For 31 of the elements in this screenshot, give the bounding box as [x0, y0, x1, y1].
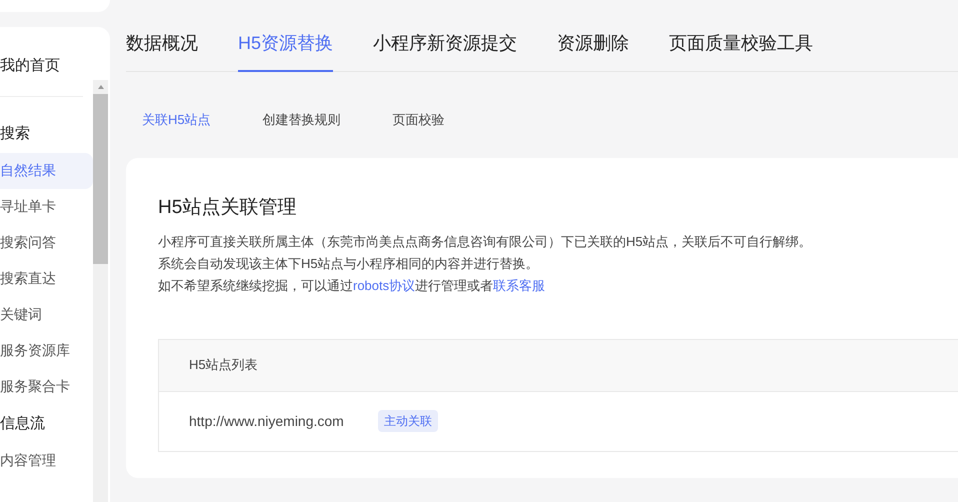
sidebar-item[interactable]: 关键词	[0, 296, 93, 332]
tab[interactable]: 页面质量校验工具	[669, 30, 814, 72]
scrollbar[interactable]	[93, 80, 108, 502]
sidebar-group-title: 搜索	[0, 124, 31, 144]
sub-tab[interactable]: 创建替换规则	[262, 110, 341, 132]
link[interactable]: robots协议	[353, 278, 416, 292]
sidebar-item[interactable]: 内容管理	[0, 442, 93, 478]
tab[interactable]: 资源删除	[557, 30, 630, 72]
scroll-up-icon[interactable]	[96, 84, 104, 90]
status-tag: 主动关联	[378, 410, 438, 432]
link[interactable]: 联系客服	[493, 278, 546, 292]
sidebar-item[interactable]: 服务聚合卡	[0, 368, 93, 404]
description-text: 小程序可直接关联所属主体（东莞市尚美点点商务信息咨询有限公司）下已关联的H5站点，关联后不可自行解绑。	[158, 232, 813, 250]
scrollbar-thumb[interactable]	[93, 94, 108, 264]
sidebar-item[interactable]: 搜索问答	[0, 224, 93, 260]
sub-tab[interactable]: 关联H5站点	[142, 110, 211, 132]
tab[interactable]: 数据概况	[126, 30, 198, 72]
description-text: 如不希望系统继续挖掘，可以通过robots协议进行管理或者联系客服	[158, 276, 546, 294]
sidebar-item[interactable]: 服务资源库	[0, 332, 93, 368]
sidebar-item[interactable]: 自然结果	[0, 152, 93, 188]
description-text: 系统会自动发现该主体下H5站点与小程序相同的内容并进行替换。	[158, 254, 540, 272]
tab[interactable]: H5资源替换	[238, 30, 334, 72]
sidebar-item[interactable]: 寻址单卡	[0, 188, 93, 224]
card-title: H5站点关联管理	[158, 196, 298, 220]
sidebar-group-title: 信息流	[0, 414, 46, 434]
site-url: http://www.niyeming.com	[189, 412, 344, 431]
sub-tab[interactable]: 页面校验	[392, 110, 445, 132]
tab[interactable]: 小程序新资源提交	[373, 30, 518, 72]
sidebar-item[interactable]: 搜索直达	[0, 260, 93, 296]
sidebar-item[interactable]: 我的首页	[0, 55, 83, 78]
column-header: H5站点列表	[189, 356, 258, 374]
